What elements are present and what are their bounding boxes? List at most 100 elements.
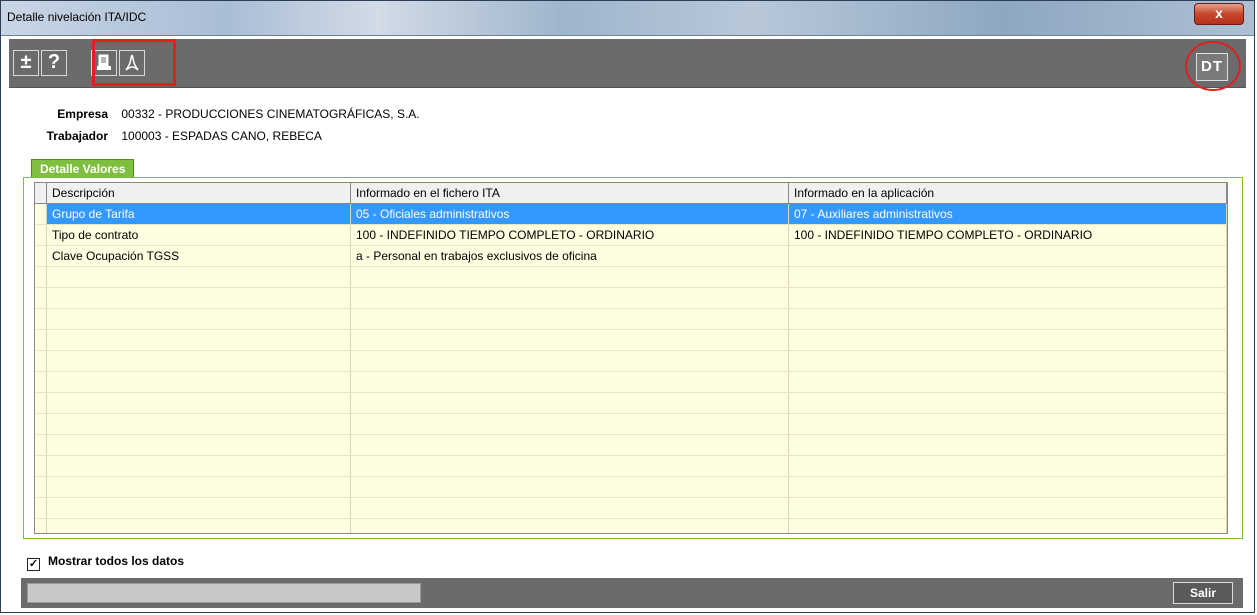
row-selector[interactable] xyxy=(35,435,47,455)
table-cell xyxy=(351,456,789,476)
table-cell xyxy=(789,309,1227,329)
table-row[interactable]: Grupo de Tarifa 05 - Oficiales administra… xyxy=(35,204,1227,225)
table-cell xyxy=(789,414,1227,434)
toolbar: ± ? DT xyxy=(9,39,1246,91)
help-button[interactable]: ? xyxy=(41,50,67,76)
table-cell xyxy=(351,309,789,329)
column-header-descripcion[interactable]: Descripción xyxy=(47,183,351,203)
table-row[interactable] xyxy=(35,267,1227,288)
table-cell: 07 - Auxiliares administrativos xyxy=(789,204,1227,224)
table-cell xyxy=(351,498,789,518)
table-body: Grupo de Tarifa 05 - Oficiales administra… xyxy=(35,204,1227,533)
empresa-row: Empresa 00332 - PRODUCCIONES CINEMATOGRÁ… xyxy=(33,107,420,121)
table-cell xyxy=(47,477,351,497)
table-cell xyxy=(351,435,789,455)
row-selector[interactable] xyxy=(35,519,47,533)
table-cell xyxy=(789,477,1227,497)
row-selector[interactable] xyxy=(35,267,47,287)
table-row[interactable] xyxy=(35,351,1227,372)
table-cell xyxy=(47,309,351,329)
table-cell xyxy=(47,330,351,350)
highlight-circle xyxy=(1185,41,1241,91)
table-row[interactable] xyxy=(35,330,1227,351)
table-cell xyxy=(789,351,1227,371)
table-cell xyxy=(789,372,1227,392)
row-selector[interactable] xyxy=(35,225,47,245)
table-cell xyxy=(789,330,1227,350)
table-cell xyxy=(789,498,1227,518)
row-selector[interactable] xyxy=(35,309,47,329)
table-row[interactable] xyxy=(35,309,1227,330)
tab-detalle-valores[interactable]: Detalle Valores xyxy=(31,159,135,178)
table-cell xyxy=(47,519,351,533)
table-cell xyxy=(47,267,351,287)
row-selector[interactable] xyxy=(35,393,47,413)
table-cell xyxy=(47,456,351,476)
plus-minus-icon: ± xyxy=(20,51,32,73)
row-selector[interactable] xyxy=(35,498,47,518)
table-cell xyxy=(47,372,351,392)
row-selector-header xyxy=(35,183,47,203)
table-row[interactable] xyxy=(35,477,1227,498)
table-cell xyxy=(351,477,789,497)
row-selector[interactable] xyxy=(35,204,47,224)
table-row[interactable] xyxy=(35,519,1227,533)
show-all-toggle[interactable]: ✓ Mostrar todos los datos xyxy=(27,554,184,571)
table-cell xyxy=(47,288,351,308)
column-header-aplicacion[interactable]: Informado en la aplicación xyxy=(789,183,1227,203)
table-row[interactable] xyxy=(35,393,1227,414)
progress-bar xyxy=(27,583,421,603)
table-row[interactable] xyxy=(35,435,1227,456)
table-cell xyxy=(47,393,351,413)
table-cell xyxy=(351,393,789,413)
values-table: Descripción Informado en el fichero ITA … xyxy=(34,182,1228,534)
close-button[interactable]: x xyxy=(1194,3,1244,25)
table-cell xyxy=(351,267,789,287)
show-all-checkbox[interactable]: ✓ xyxy=(27,558,40,571)
table-cell xyxy=(47,414,351,434)
trabajador-value: 100003 - ESPADAS CANO, REBECA xyxy=(121,129,322,143)
table-row[interactable]: Tipo de contrato 100 - INDEFINIDO TIEMPO … xyxy=(35,225,1227,246)
table-row[interactable] xyxy=(35,372,1227,393)
table-row[interactable] xyxy=(35,414,1227,435)
table-cell xyxy=(351,372,789,392)
table-cell: Grupo de Tarifa xyxy=(47,204,351,224)
empresa-label: Empresa xyxy=(57,107,108,121)
exit-button[interactable]: Salir xyxy=(1173,582,1233,604)
expand-collapse-button[interactable]: ± xyxy=(13,50,39,76)
table-cell: 05 - Oficiales administrativos xyxy=(351,204,789,224)
table-cell xyxy=(789,435,1227,455)
question-icon: ? xyxy=(47,51,61,73)
row-selector[interactable] xyxy=(35,414,47,434)
table-row[interactable] xyxy=(35,456,1227,477)
dialog-window: Detalle nivelación ITA/IDC x ± ? DT Empr… xyxy=(0,0,1255,613)
empresa-value: 00332 - PRODUCCIONES CINEMATOGRÁFICAS, S… xyxy=(121,107,420,121)
table-cell: 100 - INDEFINIDO TIEMPO COMPLETO - ORDIN… xyxy=(789,225,1227,245)
table-cell: 100 - INDEFINIDO TIEMPO COMPLETO - ORDIN… xyxy=(351,225,789,245)
row-selector[interactable] xyxy=(35,288,47,308)
table-cell xyxy=(47,435,351,455)
row-selector[interactable] xyxy=(35,246,47,266)
row-selector[interactable] xyxy=(35,372,47,392)
table-cell xyxy=(789,393,1227,413)
table-row[interactable] xyxy=(35,288,1227,309)
row-selector[interactable] xyxy=(35,330,47,350)
table-row[interactable] xyxy=(35,498,1227,519)
table-cell: a - Personal en trabajos exclusivos de o… xyxy=(351,246,789,266)
table-cell: Tipo de contrato xyxy=(47,225,351,245)
table-row[interactable]: Clave Ocupación TGSS a - Personal en trab… xyxy=(35,246,1227,267)
table-cell xyxy=(351,519,789,533)
row-selector[interactable] xyxy=(35,477,47,497)
table-cell xyxy=(789,456,1227,476)
row-selector[interactable] xyxy=(35,351,47,371)
trabajador-label: Trabajador xyxy=(46,129,108,143)
table-cell xyxy=(47,351,351,371)
highlight-box xyxy=(92,39,176,86)
title-bar: Detalle nivelación ITA/IDC x xyxy=(1,1,1254,36)
row-selector[interactable] xyxy=(35,456,47,476)
trabajador-row: Trabajador 100003 - ESPADAS CANO, REBECA xyxy=(33,129,322,143)
column-header-fichero-ita[interactable]: Informado en el fichero ITA xyxy=(351,183,789,203)
table-cell xyxy=(789,288,1227,308)
status-bar: Salir xyxy=(21,578,1243,608)
table-cell xyxy=(351,351,789,371)
